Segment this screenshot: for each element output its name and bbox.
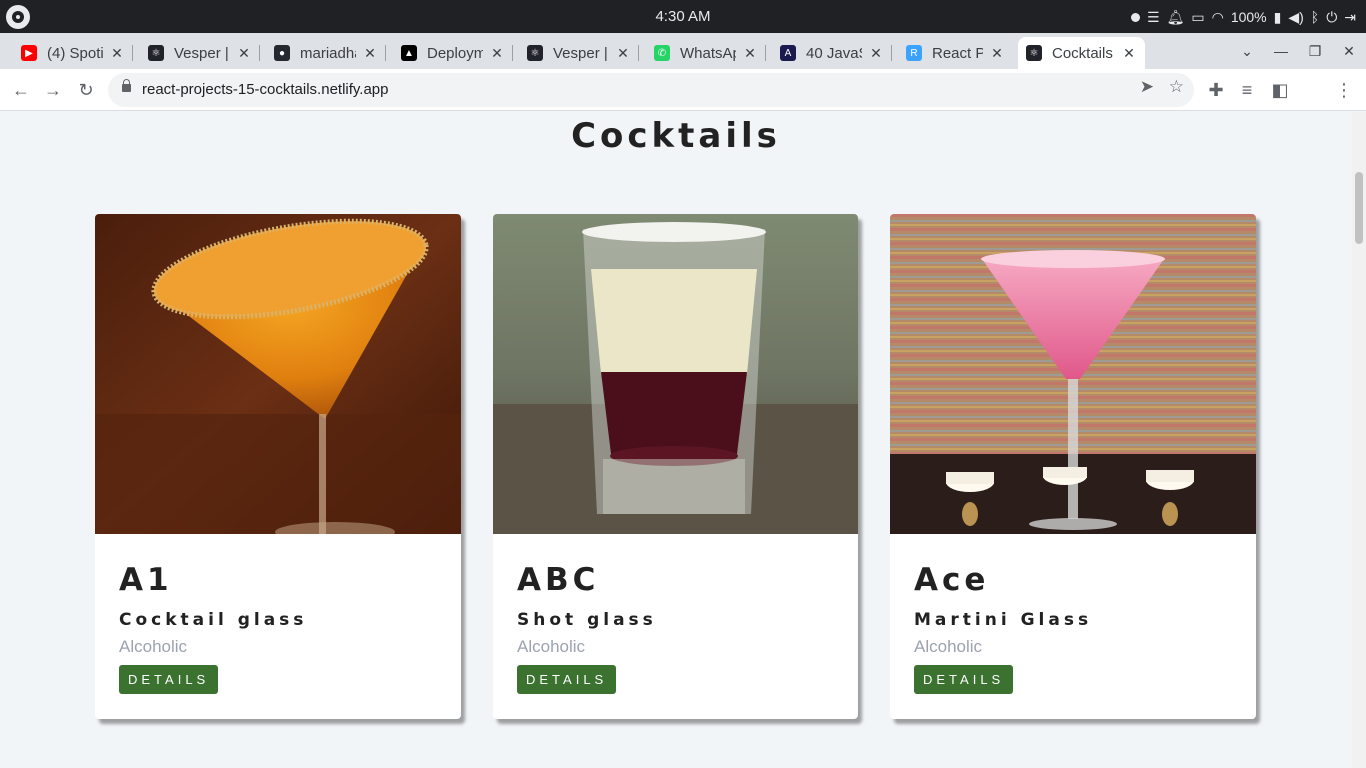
browser-tab[interactable]: ▶ (4) Spotify ✕ (13, 37, 133, 69)
cocktail-card: Ace Martini Glass Alcoholic DETAILS (890, 214, 1256, 719)
recording-dot-icon (1131, 12, 1141, 22)
browser-tab[interactable]: ⚛ Vesper | Deploy ✕ (140, 37, 260, 69)
battery-icon[interactable]: ▮ (1274, 7, 1282, 27)
wifi-icon[interactable]: ◠ (1212, 7, 1224, 27)
details-button[interactable]: DETAILS (119, 665, 219, 694)
bell-icon[interactable]: 🔔︎ (1167, 7, 1185, 27)
vercel-icon: ▲ (401, 45, 417, 61)
close-window-icon[interactable]: ✕ (1332, 43, 1366, 60)
tab-title: Vesper | Deploy (553, 44, 609, 62)
tab-title: (4) Spotify (47, 44, 103, 62)
tab-close-icon[interactable]: ✕ (362, 45, 378, 62)
details-button[interactable]: DETAILS (517, 665, 617, 694)
browser-tab[interactable]: A 40 JavaScript ✕ (772, 37, 892, 69)
cocktail-image (493, 214, 858, 534)
tab-title: Cocktails (1052, 44, 1113, 62)
logout-icon[interactable]: ⇥ (1344, 7, 1356, 27)
tab-title: 40 JavaScript (806, 44, 862, 62)
folder-icon[interactable]: ▭ (1191, 7, 1204, 27)
youtube-icon: ▶ (21, 45, 37, 61)
tab-strip: ▶ (4) Spotify ✕ ⚛ Vesper | Deploy ✕ ● mariadhal… (0, 33, 1366, 96)
side-panel-icon[interactable]: ◧ (1267, 77, 1293, 103)
scrollbar-thumb[interactable] (1355, 172, 1363, 244)
cocktail-card: ABC Shot glass Alcoholic DETAILS (493, 214, 858, 719)
minimize-icon[interactable]: — (1264, 43, 1298, 59)
menu-icon[interactable]: ☰ (1147, 7, 1160, 27)
battery-label: 100% (1230, 9, 1267, 25)
menu-kebab-icon[interactable]: ⋮ (1331, 77, 1357, 103)
react-icon: ⚛ (527, 45, 543, 61)
bluetooth-icon[interactable]: ᛒ (1311, 7, 1319, 27)
power-icon[interactable]: ⏻ (1326, 7, 1337, 27)
browser-toolbar: ← → ↻ react-projects-15-cocktails.netlif… (0, 69, 1366, 111)
send-icon[interactable]: ➤ (1140, 77, 1154, 97)
reload-icon[interactable]: ↻ (73, 77, 99, 103)
browser-tab[interactable]: ⚛ Vesper | Deploy ✕ (519, 37, 639, 69)
browser-tab[interactable]: ✆ WhatsApp ✕ (646, 37, 766, 69)
tab-separator (132, 45, 133, 61)
tab-close-icon[interactable]: ✕ (236, 45, 252, 62)
react-icon: ⚛ (1026, 45, 1042, 61)
page-title: Cocktails (571, 116, 781, 156)
browser-tab[interactable]: ▲ Deployments ✕ (393, 37, 513, 69)
cocktail-glass: Shot glass (517, 610, 657, 630)
cocktail-info: Alcoholic (119, 637, 188, 656)
browser-tab[interactable]: R React Projects ✕ (898, 37, 1013, 69)
app-icon: A (780, 45, 796, 61)
details-button[interactable]: DETAILS (914, 665, 1014, 694)
volume-icon[interactable]: ◀) (1288, 7, 1303, 27)
cocktail-glass: Martini Glass (914, 610, 1093, 630)
cocktail-image (890, 214, 1256, 534)
tab-search-icon[interactable]: ⌄ (1230, 43, 1264, 60)
tab-close-icon[interactable]: ✕ (868, 45, 884, 62)
bookmark-star-icon[interactable]: ☆ (1169, 77, 1184, 97)
tab-separator (512, 45, 513, 61)
tab-separator (385, 45, 386, 61)
github-icon: ● (274, 45, 290, 61)
cocktail-info: Alcoholic (914, 637, 983, 656)
cocktail-glass: Cocktail glass (119, 610, 308, 630)
tab-close-icon[interactable]: ✕ (489, 45, 505, 62)
cocktail-card: A1 Cocktail glass Alcoholic DETAILS (95, 214, 461, 719)
page-scrollbar[interactable] (1352, 112, 1366, 768)
media-control-icon[interactable]: ≡ (1234, 77, 1260, 103)
tab-title: React Projects (932, 44, 983, 62)
web-page: Cocktails A1 Cocktail glass Alcoholic DE… (0, 112, 1352, 768)
tab-close-icon[interactable]: ✕ (742, 45, 758, 62)
tab-title: Deployments (427, 44, 483, 62)
url-text[interactable]: react-projects-15-cocktails.netlify.app (142, 81, 389, 98)
browser-tab[interactable]: ● mariadhal ✕ (266, 37, 386, 69)
restore-icon[interactable]: ❐ (1298, 43, 1332, 60)
back-icon[interactable]: ← (8, 77, 34, 103)
tab-title: WhatsApp (680, 44, 736, 62)
tab-close-icon[interactable]: ✕ (615, 45, 631, 62)
system-tray: ☰ 🔔︎ ▭ ◠ 100% ▮ ◀) ᛒ ⏻ ⇥ (1131, 6, 1356, 28)
whatsapp-icon: ✆ (654, 45, 670, 61)
tab-title: mariadhal (300, 44, 356, 62)
react-r-icon: R (906, 45, 922, 61)
cocktail-name: A1 (119, 562, 173, 598)
os-top-bar: 4:30 AM ☰ 🔔︎ ▭ ◠ 100% ▮ ◀) ᛒ ⏻ ⇥ (0, 0, 1366, 33)
tab-separator (891, 45, 892, 61)
react-icon: ⚛ (148, 45, 164, 61)
tab-close-icon[interactable]: ✕ (989, 45, 1005, 62)
cocktail-name: ABC (517, 562, 600, 598)
browser-tab[interactable]: ⚛ Cocktails ✕ (1018, 37, 1145, 69)
tab-separator (259, 45, 260, 61)
cocktail-info: Alcoholic (517, 637, 586, 656)
cocktail-name: Ace (914, 562, 990, 598)
lock-icon[interactable] (122, 79, 131, 92)
address-bar[interactable]: react-projects-15-cocktails.netlify.app … (108, 73, 1194, 107)
extensions-icon[interactable]: ✚ (1203, 77, 1229, 103)
forward-icon[interactable]: → (40, 77, 66, 103)
window-controls: ⌄ — ❐ ✕ (1230, 37, 1366, 65)
cocktail-image (95, 214, 461, 534)
tab-separator (765, 45, 766, 61)
tab-separator (638, 45, 639, 61)
tab-close-icon[interactable]: ✕ (1121, 45, 1137, 62)
tab-title: Vesper | Deploy (174, 44, 230, 62)
tab-close-icon[interactable]: ✕ (109, 45, 125, 62)
